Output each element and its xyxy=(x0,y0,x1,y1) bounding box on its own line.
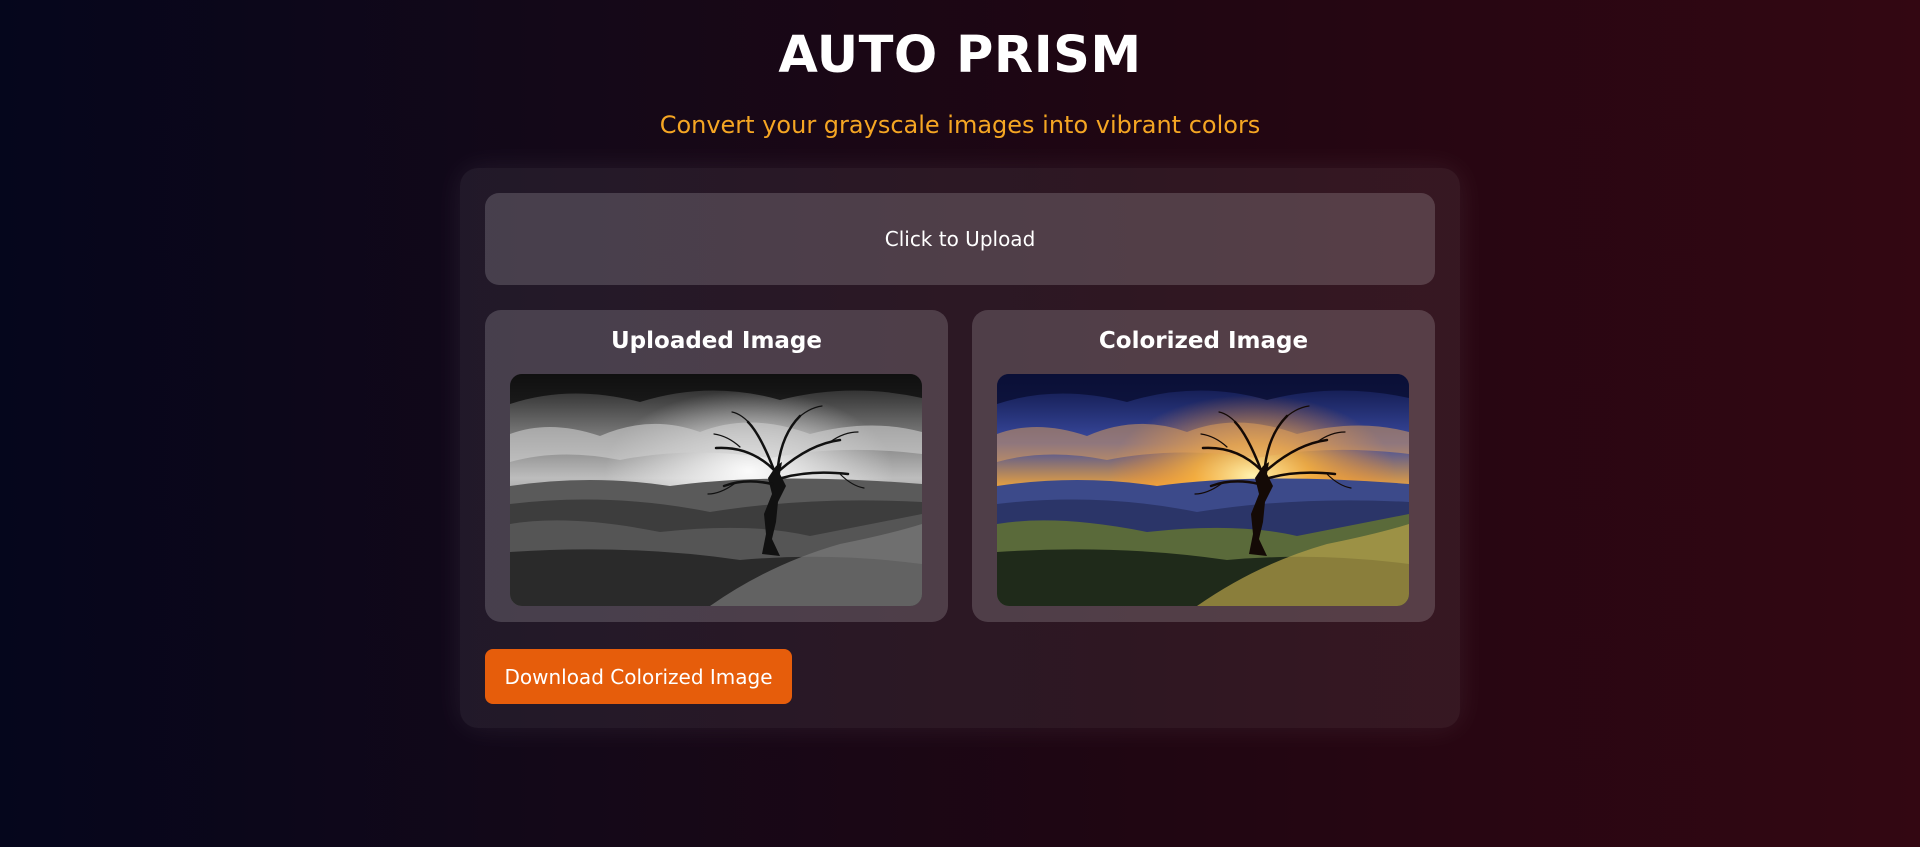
colorized-image xyxy=(997,374,1409,606)
colorized-image-title: Colorized Image xyxy=(1098,328,1309,354)
uploaded-image-title: Uploaded Image xyxy=(611,328,822,354)
page-title: AUTO PRISM xyxy=(778,26,1142,85)
uploaded-image-panel: Uploaded Image xyxy=(485,310,948,622)
colorized-image-panel: Colorized Image xyxy=(972,310,1435,622)
upload-area[interactable]: Click to Upload xyxy=(485,193,1435,285)
download-colorized-button[interactable]: Download Colorized Image xyxy=(485,649,792,704)
main-card: Click to Upload Uploaded Image Colorized… xyxy=(460,168,1460,728)
uploaded-image xyxy=(510,374,922,606)
page-subtitle: Convert your grayscale images into vibra… xyxy=(659,111,1261,139)
